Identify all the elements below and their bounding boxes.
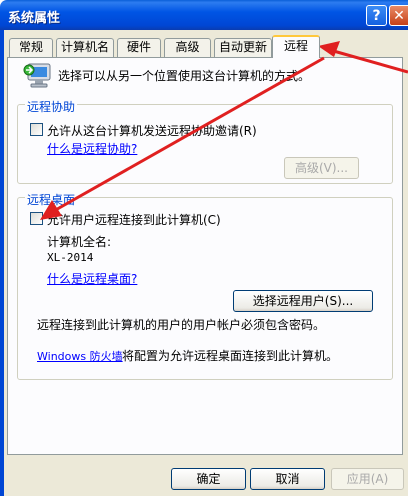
full-computer-name-value: XL-2014 <box>47 251 94 264</box>
tab-hardware[interactable]: 硬件 <box>117 38 161 57</box>
window-border <box>0 30 4 496</box>
advanced-button[interactable]: 高级(V)... <box>284 157 359 179</box>
remote-desktop-checkbox[interactable] <box>30 212 43 225</box>
full-computer-name-label: 计算机全名: <box>47 235 112 249</box>
remote-assistance-checkbox[interactable] <box>30 123 43 136</box>
window-title: 系统属性 <box>8 11 61 26</box>
remote-desktop-checkbox-label[interactable]: 允许用户远程连接到此计算机(C) <box>47 211 221 228</box>
remote-assistance-help-link[interactable]: 什么是远程协助? <box>47 140 137 157</box>
cancel-button[interactable]: 取消 <box>250 468 325 490</box>
remote-assistance-checkbox-label[interactable]: 允许从这台计算机发送远程协助邀请(R) <box>47 122 257 139</box>
help-button[interactable]: ? <box>366 5 387 26</box>
remote-desktop-help-link[interactable]: 什么是远程桌面? <box>47 270 137 287</box>
tab-general[interactable]: 常规 <box>9 38 53 57</box>
windows-firewall-link[interactable]: Windows 防火墙 <box>37 348 123 364</box>
firewall-note: 将配置为允许远程桌面连接到此计算机。 <box>122 349 339 363</box>
ok-button[interactable]: 确定 <box>171 468 246 490</box>
tab-advanced[interactable]: 高级 <box>164 38 211 57</box>
remote-assistance-legend: 远程协助 <box>25 98 78 115</box>
remote-desktop-legend: 远程桌面 <box>25 191 78 208</box>
select-remote-users-button[interactable]: 选择远程用户(S)... <box>233 290 373 312</box>
close-button[interactable]: ✕ <box>389 5 408 26</box>
password-note: 远程连接到此计算机的用户的用户帐户必须包含密码。 <box>37 318 326 332</box>
intro-text: 选择可以从另一个位置使用这台计算机的方式。 <box>58 69 311 83</box>
title-bar[interactable]: 系统属性 ? ✕ <box>0 0 408 30</box>
tab-computer-name[interactable]: 计算机名 <box>56 38 114 57</box>
remote-computer-icon <box>23 63 51 88</box>
tab-automatic-updates[interactable]: 自动更新 <box>214 38 272 57</box>
tab-remote[interactable]: 远程 <box>272 35 320 58</box>
apply-button[interactable]: 应用(A) <box>331 468 404 490</box>
